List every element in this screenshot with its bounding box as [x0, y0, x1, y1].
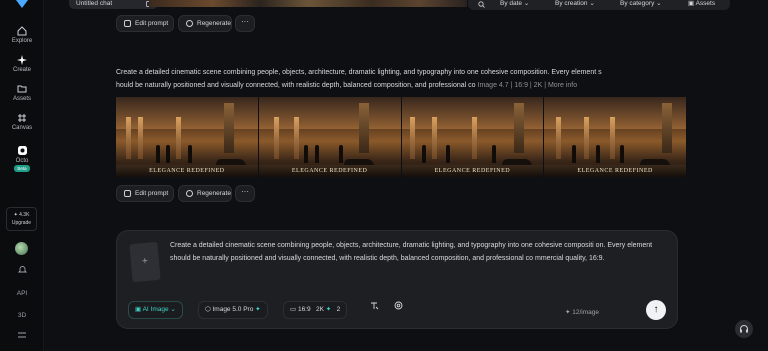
prompt-line: Create a detailed cinematic scene combin…: [116, 69, 602, 76]
avatar[interactable]: [15, 242, 28, 255]
image-caption: ELEGANCE REDEFINED: [149, 168, 225, 174]
assets-label: Assets: [695, 0, 716, 7]
canvas-icon: [18, 114, 26, 122]
edit-icon: [124, 190, 131, 197]
upgrade-button[interactable]: ✦ 4.3K Upgrade: [6, 207, 37, 231]
text-format-icon: [371, 302, 379, 310]
sidebar-item-assets[interactable]: Assets: [0, 84, 44, 102]
generated-image[interactable]: ELEGANCE REDEFINED: [258, 97, 401, 177]
api-link[interactable]: API: [0, 290, 44, 297]
filter-label: By category: [620, 0, 655, 7]
count-label: 2: [336, 306, 341, 313]
headset-icon: [740, 325, 748, 333]
filter-bar: By date ⌄ By creation ⌄ By category ⌄ ▣ …: [468, 0, 730, 10]
chat-title: Untitled chat: [76, 0, 113, 7]
edit-prompt-button[interactable]: Edit prompt: [116, 15, 174, 32]
menu-icon: [18, 332, 26, 338]
model-label: Image 5.0 Pro: [212, 306, 254, 313]
arrow-up-icon: ↑: [653, 304, 659, 315]
image-caption: ELEGANCE REDEFINED: [291, 168, 368, 174]
assets-button[interactable]: ▣ Assets: [688, 0, 715, 8]
sidebar-item-label: Octo: [15, 158, 29, 164]
sidebar: Explore Create Assets Canvas Octo Beta ✦…: [0, 0, 44, 351]
filter-by-creation[interactable]: By creation ⌄: [555, 0, 595, 8]
credit-cost-label: 12/image: [572, 309, 600, 316]
octo-icon: [17, 146, 27, 155]
generated-image[interactable]: ELEGANCE REDEFINED: [544, 97, 686, 177]
logo-icon[interactable]: [14, 0, 30, 8]
folder-icon: [17, 85, 27, 93]
edit-prompt-label: Edit prompt: [135, 20, 169, 27]
previous-image-strip[interactable]: [149, 0, 467, 7]
filter-label: By creation: [555, 0, 588, 7]
sidebar-item-explore[interactable]: Explore: [0, 26, 44, 44]
home-icon: [17, 26, 27, 36]
prompt-composer: + Create a detailed cinematic scene comb…: [116, 230, 678, 329]
sidebar-item-label: Explore: [11, 38, 33, 44]
sparkle-icon: ✦: [325, 306, 332, 313]
edit-prompt-label: Edit prompt: [135, 190, 169, 197]
sidebar-item-label: Canvas: [11, 125, 33, 131]
filter-by-category[interactable]: By category ⌄: [620, 0, 662, 8]
credit-balance: ✦ 4.3K: [13, 212, 30, 218]
upgrade-label: Upgrade: [11, 220, 32, 226]
more-options-button[interactable]: ···: [235, 15, 255, 32]
notification-button[interactable]: [0, 265, 44, 276]
prompt-input[interactable]: Create a detailed cinematic scene combin…: [170, 239, 668, 265]
mode-label: AI Image: [142, 306, 169, 313]
pro-sparkle-icon: ✦: [255, 306, 261, 313]
edit-prompt-button[interactable]: Edit prompt: [116, 185, 174, 202]
regenerate-button[interactable]: Regenerate: [178, 185, 232, 202]
beta-badge: Beta: [14, 165, 30, 172]
generated-image[interactable]: ELEGANCE REDEFINED: [116, 97, 258, 177]
at-icon: [394, 301, 403, 310]
filter-by-date[interactable]: By date ⌄: [500, 0, 529, 8]
search-icon[interactable]: [478, 1, 485, 8]
chat-title-bar[interactable]: Untitled chat: [69, 0, 158, 9]
regenerate-button[interactable]: Regenerate: [178, 15, 232, 32]
regenerate-icon: [186, 20, 193, 27]
bell-icon: [17, 266, 27, 273]
mode-selector[interactable]: ▣ AI Image ⌄: [128, 301, 183, 319]
filter-label: By date: [500, 0, 523, 7]
message-prompt: Create a detailed cinematic scene combin…: [116, 66, 686, 92]
credit-cost: ✦ 12/image: [565, 309, 600, 316]
text-style-button[interactable]: [364, 301, 385, 319]
generated-images: ELEGANCE REDEFINED ELEGANCE REDEFINED EL…: [116, 97, 686, 177]
mention-button[interactable]: [388, 301, 409, 319]
resolution-label: 2K: [316, 306, 324, 313]
regenerate-label: Regenerate: [197, 190, 231, 197]
sidebar-item-create[interactable]: Create: [0, 55, 44, 73]
3d-link[interactable]: 3D: [0, 312, 44, 319]
generated-image[interactable]: ELEGANCE REDEFINED: [401, 97, 544, 177]
send-button[interactable]: ↑: [646, 300, 666, 320]
sidebar-item-octo[interactable]: Octo Beta: [0, 145, 44, 172]
sidebar-item-label: Create: [12, 67, 31, 73]
image-caption: ELEGANCE REDEFINED: [577, 168, 653, 174]
regenerate-label: Regenerate: [197, 20, 231, 27]
sidebar-item-label: Assets: [12, 96, 31, 102]
image-caption: ELEGANCE REDEFINED: [434, 168, 511, 174]
prompt-line: hould be naturally positioned and visual…: [116, 82, 476, 89]
model-selector[interactable]: ⬡ Image 5.0 Pro ✦: [198, 301, 268, 319]
image-meta[interactable]: Image 4.7 | 16:9 | 2K | More info: [478, 82, 578, 89]
settings-selector[interactable]: ▭ 16:9 2K ✦ 2: [283, 301, 348, 319]
reference-image-upload[interactable]: +: [129, 241, 161, 283]
ratio-label: 16:9: [297, 306, 311, 313]
edit-icon: [124, 20, 131, 27]
regenerate-icon: [186, 190, 193, 197]
more-options-button[interactable]: ···: [235, 185, 255, 202]
sidebar-item-canvas[interactable]: Canvas: [0, 113, 44, 131]
support-button[interactable]: [735, 320, 753, 338]
plus-icon: +: [141, 255, 149, 268]
sparkle-icon: [17, 55, 27, 65]
menu-button[interactable]: [0, 332, 44, 340]
